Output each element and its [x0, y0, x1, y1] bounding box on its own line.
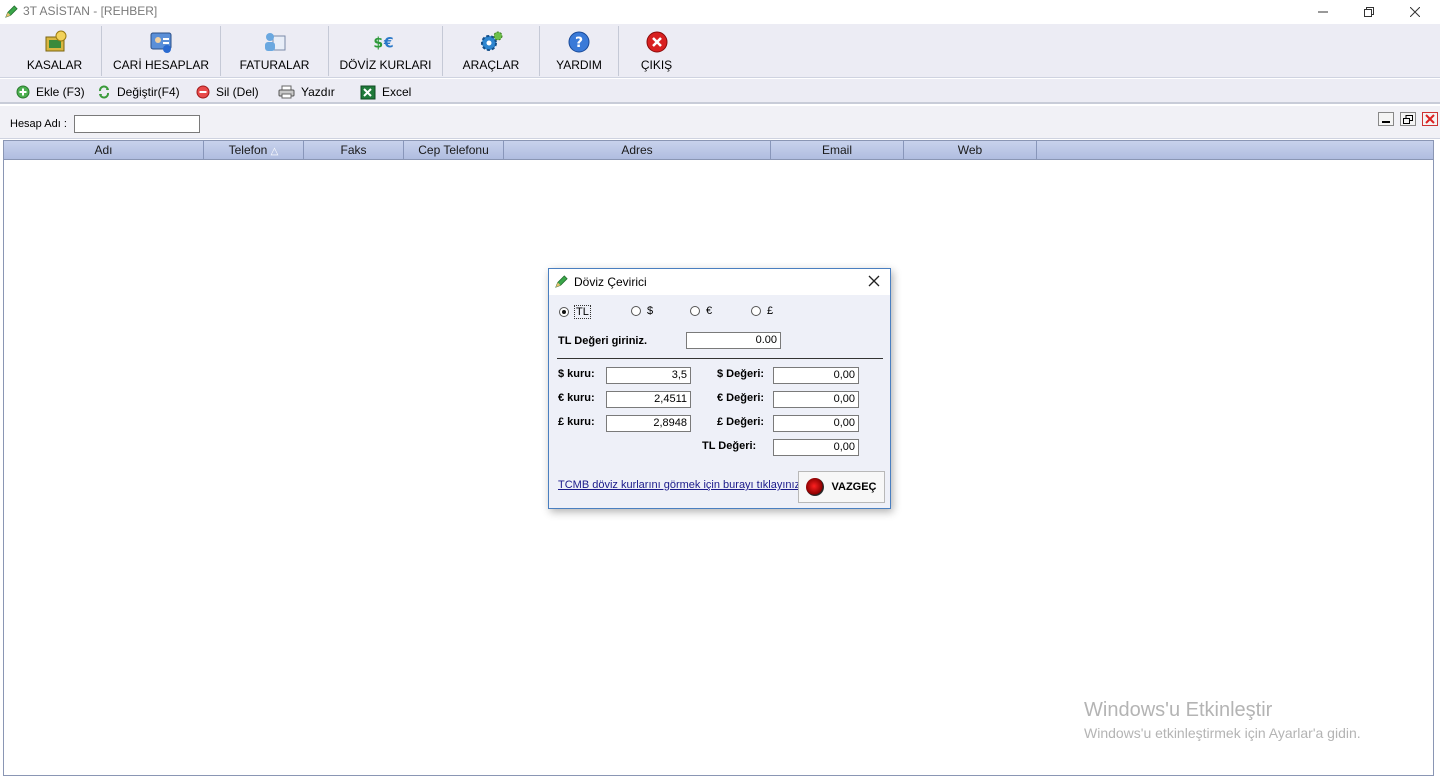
- restore-icon: [1364, 7, 1374, 17]
- activation-watermark-title: Windows'u Etkinleştir: [1084, 699, 1273, 721]
- activation-watermark-text: Windows'u etkinleştirmek için Ayarlar'a …: [1084, 725, 1361, 741]
- column-header-phone[interactable]: Telefon △: [204, 141, 304, 159]
- search-bar: Hesap Adı :: [0, 106, 1440, 139]
- invoice-users-icon: [261, 28, 289, 56]
- restore-icon: [1403, 114, 1413, 124]
- radio-checked-icon: [559, 307, 569, 317]
- araclar-button[interactable]: ARAÇLAR: [443, 24, 539, 78]
- column-header-name[interactable]: Adı: [4, 141, 204, 159]
- currency-converter-dialog: Döviz Çevirici TL $ € £ TL Değeri girini…: [548, 268, 891, 509]
- usd-rate-label: $ kuru:: [558, 368, 595, 380]
- yardim-button[interactable]: ? YARDIM: [540, 24, 618, 78]
- exit-icon: [643, 28, 671, 56]
- radio-unchecked-icon: [631, 306, 641, 316]
- sort-ascending-icon: △: [270, 146, 279, 157]
- restore-button[interactable]: [1346, 0, 1392, 24]
- plus-icon: [16, 85, 30, 99]
- svg-text:€: €: [382, 36, 393, 52]
- tl-result-label: TL Değeri:: [702, 440, 757, 452]
- minimize-button[interactable]: [1300, 0, 1346, 24]
- cari-hesaplar-button[interactable]: CARİ HESAPLAR: [102, 24, 220, 78]
- close-icon: [1410, 7, 1420, 17]
- tl-result-output[interactable]: 0,00: [773, 439, 859, 456]
- minus-icon: [196, 85, 210, 99]
- column-header-email[interactable]: Email: [771, 141, 904, 159]
- radio-gbp[interactable]: £: [751, 305, 774, 317]
- safe-icon: [41, 28, 69, 56]
- radio-unchecked-icon: [751, 306, 761, 316]
- pencil-icon: [555, 275, 568, 288]
- tcmb-rates-link[interactable]: TCMB döviz kurlarını görmek için burayı …: [558, 479, 803, 491]
- column-header-fax[interactable]: Faks: [304, 141, 404, 159]
- eur-value-output[interactable]: 0,00: [773, 391, 859, 408]
- account-name-input[interactable]: [74, 115, 200, 133]
- column-header-mobile[interactable]: Cep Telefonu: [404, 141, 504, 159]
- close-icon: [1425, 114, 1435, 124]
- eur-value-label: € Değeri:: [717, 392, 765, 404]
- usd-value-label: $ Değeri:: [717, 368, 765, 380]
- main-ribbon: KASALAR CARİ HESAPLAR FATURALAR $ € DÖVİZ…: [0, 24, 1440, 78]
- radio-eur[interactable]: €: [690, 305, 713, 317]
- radio-usd[interactable]: $: [631, 305, 654, 317]
- usd-value-output[interactable]: 0,00: [773, 367, 859, 384]
- minimize-icon: [1382, 121, 1390, 123]
- doviz-kurlari-button[interactable]: $ € DÖVİZ KURLARI: [329, 24, 442, 78]
- title-bar: 3T ASİSTAN - [REHBER]: [0, 0, 1440, 24]
- kasalar-button[interactable]: KASALAR: [8, 24, 101, 78]
- column-header-address[interactable]: Adres: [504, 141, 771, 159]
- print-button[interactable]: Yazdır: [278, 83, 335, 101]
- account-name-label: Hesap Adı :: [10, 118, 67, 130]
- stop-icon: [806, 478, 825, 496]
- close-button[interactable]: [1392, 0, 1438, 24]
- radio-tl[interactable]: TL: [559, 305, 591, 319]
- eur-rate-input[interactable]: 2,4511: [606, 391, 691, 408]
- dialog-title-bar: Döviz Çevirici: [549, 269, 890, 295]
- gbp-rate-input[interactable]: 2,8948: [606, 415, 691, 432]
- faturalar-button[interactable]: FATURALAR: [221, 24, 328, 78]
- currency-icon: $ €: [372, 28, 400, 56]
- gears-icon: [477, 28, 505, 56]
- gbp-value-label: £ Değeri:: [717, 416, 765, 428]
- column-header-web[interactable]: Web: [904, 141, 1037, 159]
- gbp-value-output[interactable]: 0,00: [773, 415, 859, 432]
- edit-button[interactable]: Değiştir(F4): [97, 83, 180, 101]
- grid-header: Adı Telefon △ Faks Cep Telefonu Adres Em…: [4, 141, 1433, 160]
- refresh-icon: [99, 85, 109, 99]
- pencil-icon: [5, 5, 18, 18]
- mdi-minimize-button[interactable]: [1378, 112, 1394, 126]
- svg-text:$: $: [373, 36, 383, 52]
- dialog-title: Döviz Çevirici: [574, 275, 647, 289]
- usd-rate-input[interactable]: 3,5: [606, 367, 691, 384]
- cancel-button[interactable]: VAZGEÇ: [798, 471, 885, 503]
- excel-button[interactable]: Excel: [360, 83, 411, 101]
- help-icon: ?: [565, 28, 593, 56]
- divider: [557, 358, 883, 359]
- action-toolbar: Ekle (F3) Değiştir(F4) Sil (Del) Yazdır …: [0, 79, 1440, 104]
- contact-card-icon: [147, 28, 175, 56]
- minimize-icon: [1318, 11, 1328, 13]
- gbp-rate-label: £ kuru:: [558, 416, 595, 428]
- mdi-restore-button[interactable]: [1400, 112, 1416, 126]
- radio-unchecked-icon: [690, 306, 700, 316]
- window-title: 3T ASİSTAN - [REHBER]: [23, 4, 158, 18]
- tl-value-input[interactable]: 0.00: [686, 332, 781, 349]
- printer-icon: [278, 85, 295, 99]
- tl-value-label: TL Değeri giriniz.: [558, 335, 648, 347]
- eur-rate-label: € kuru:: [558, 392, 595, 404]
- svg-text:?: ?: [575, 35, 583, 51]
- cikis-button[interactable]: ÇIKIŞ: [619, 24, 694, 78]
- add-button[interactable]: Ekle (F3): [16, 83, 85, 101]
- mdi-close-button[interactable]: [1422, 112, 1438, 126]
- excel-icon: [360, 85, 376, 99]
- delete-button[interactable]: Sil (Del): [196, 83, 259, 101]
- dialog-close-icon[interactable]: [866, 273, 882, 289]
